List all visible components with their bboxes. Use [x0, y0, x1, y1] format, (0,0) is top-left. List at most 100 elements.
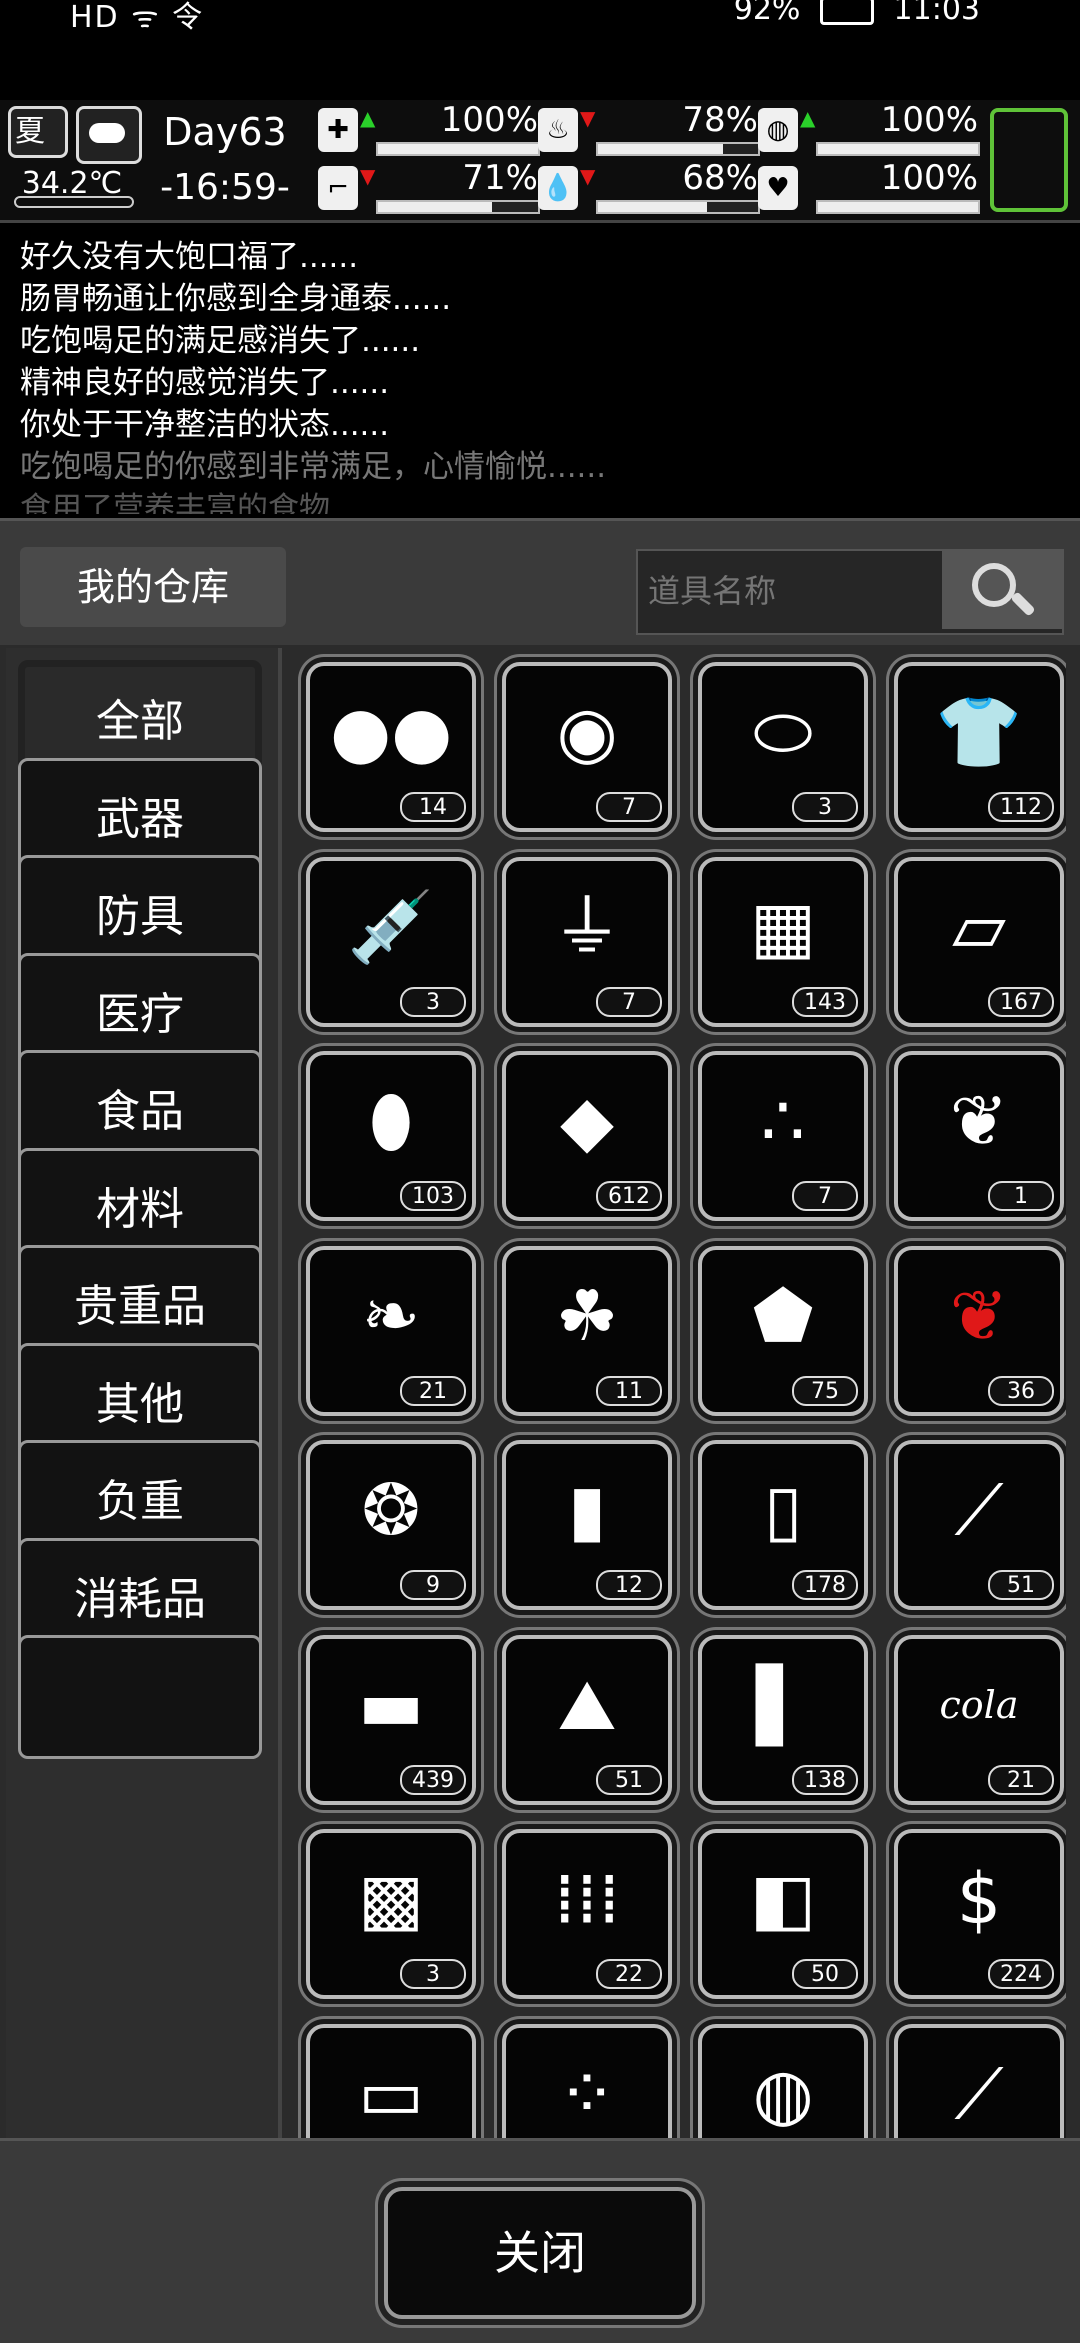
water-drop-icon: 💧 [538, 166, 578, 210]
stat-bar-fill [598, 202, 707, 212]
lemon-bag-icon: ◉ [556, 691, 618, 773]
item-slot[interactable]: ⁘ [502, 2023, 672, 2138]
item-slot[interactable]: ⏚ 7 [502, 856, 672, 1027]
item-slot[interactable]: 💉 3 [306, 856, 476, 1027]
item-slot[interactable]: ❂ 9 [306, 1440, 476, 1610]
arrow-up-icon: ▲ [800, 106, 816, 130]
warehouse-panel: 我的仓库 全部武器防具医疗食品材料贵重品其他负重消耗品 ●●14◉7⬭3👕112… [0, 518, 1080, 2343]
item-count: 3 [792, 792, 858, 822]
item-count: 11 [596, 1375, 662, 1406]
metal-bar-icon: ▬ [357, 1663, 425, 1746]
item-count: 103 [400, 1181, 466, 1211]
log-line: 食用了营养丰富的食物...... [20, 491, 390, 514]
arrow-down-icon: ▼ [580, 106, 596, 130]
status-hud: 夏 34.2℃ Day63 -16:59- ✚ ▲ 100% ♨ ▼ 78% ◍ ▲ 100% ⌐… [0, 100, 1080, 223]
search-input[interactable] [638, 551, 950, 631]
item-count: 7 [792, 1181, 858, 1211]
stat-bar-fill [378, 144, 538, 154]
item-count: 439 [400, 1764, 466, 1795]
stat-value: 100% [880, 158, 978, 198]
item-slot[interactable]: ▬ 439 [306, 1634, 476, 1805]
stat-health: ✚ ▲ 100% [318, 100, 540, 158]
stat-bar [376, 200, 540, 214]
item-slot[interactable]: ⟋ [894, 2023, 1064, 2138]
stat-value: 71% [462, 158, 538, 198]
item-count: 167 [988, 986, 1054, 1017]
beans-icon: ⁘ [557, 2052, 617, 2135]
item-count: 612 [596, 1181, 662, 1211]
stat-value: 100% [880, 100, 978, 140]
item-slot[interactable]: $224 [894, 1829, 1064, 1999]
arrow-up-icon: ▲ [360, 106, 376, 130]
bricks-icon: ▦ [749, 885, 817, 968]
panel-footer: 关闭 [0, 2138, 1080, 2343]
item-slot[interactable]: ⬮ 103 [306, 1051, 476, 1221]
stat-hunger: ♨ ▼ 78% [538, 100, 760, 158]
item-slot[interactable]: ◧ 50 [698, 1829, 868, 1999]
item-slot[interactable]: ∴ 7 [698, 1051, 868, 1221]
item-slot[interactable]: ▩ 3 [306, 1829, 476, 1999]
item-slot[interactable]: 👕 112 [894, 662, 1064, 832]
shield-icon: ◍ [758, 108, 798, 152]
item-slot[interactable]: ▌ 138 [698, 1634, 868, 1805]
pills-icon: ⬭ [753, 691, 813, 773]
item-grid[interactable]: ●● 14 ◉ 7 ⬭ 3 👕 112 💉 3 ⏚ 7 ▦ 143 ▱ 167 ⬮ 103 ◆ 612 ∴ 7 ❦ 1 ❧ 21 ☘… [286, 648, 1066, 2138]
item-count: 3 [400, 1959, 466, 1989]
category-tab-10[interactable] [18, 1635, 262, 1759]
search-button[interactable] [942, 551, 1062, 629]
stat-bar [376, 142, 540, 156]
stat-bar [816, 142, 980, 156]
cash-stack-icon: $ [956, 1858, 1002, 1940]
soil-seedling-icon: ⛰ [557, 1663, 617, 1746]
item-count: 22 [596, 1959, 662, 1989]
item-count: 7 [596, 792, 662, 822]
item-count: 51 [596, 1764, 662, 1795]
item-slot[interactable]: ☘ 11 [502, 1245, 672, 1416]
stat-bar-fill [818, 144, 978, 154]
cola-cup-icon: cola [939, 1682, 1019, 1727]
system-status-bar: HD ᯤ 令 92% 11:03 [0, 0, 1080, 40]
day-counter: Day63 [163, 110, 287, 154]
cloud-icon [76, 106, 142, 164]
item-slot[interactable]: ▮ 12 [502, 1440, 672, 1610]
item-slot[interactable]: ⁞⁞⁞ 22 [502, 1829, 672, 1999]
ginger-icon: ❂ [361, 1469, 421, 1551]
stat-bar-fill [378, 202, 492, 212]
sieve-icon: ◍ [752, 2052, 814, 2135]
item-slot[interactable]: ◍ [698, 2023, 868, 2138]
item-slot[interactable]: ●● 14 [306, 662, 476, 832]
warehouse-title-tab[interactable]: 我的仓库 [20, 547, 286, 627]
item-slot[interactable]: ❦ 36 [894, 1245, 1064, 1416]
stat-value: 100% [440, 100, 538, 140]
item-slot[interactable]: ▭ [306, 2023, 476, 2138]
bread-bag-icon: ◧ [749, 1858, 817, 1940]
item-slot[interactable]: ◆ 612 [502, 1051, 672, 1221]
close-button[interactable]: 关闭 [384, 2187, 696, 2319]
battery-time: 92% 11:03 [734, 0, 980, 27]
item-slot[interactable]: ⬭ 3 [698, 662, 868, 832]
item-count: 14 [400, 792, 466, 822]
sack-icon: ▯ [763, 1469, 803, 1551]
item-slot[interactable]: ⛰ 51 [502, 1634, 672, 1805]
bullets-icon: ⁞⁞⁞ [553, 1858, 621, 1940]
item-slot[interactable]: ⬟ 75 [698, 1245, 868, 1416]
warehouse-header: 我的仓库 [0, 518, 1080, 645]
item-slot[interactable]: ▦ 143 [698, 856, 868, 1027]
mint-leaves-icon: ❧ [361, 1274, 421, 1357]
category-sidebar[interactable]: 全部 武器 防具 医疗 食品 材料 贵重品 其他 负重 消耗品 [6, 648, 282, 2138]
item-slot[interactable]: ◉ 7 [502, 662, 672, 832]
log-line: 精神良好的感觉消失了...... [20, 365, 390, 401]
equipped-slot[interactable] [990, 108, 1068, 212]
item-slot[interactable]: ❦ 1 [894, 1051, 1064, 1221]
item-slot[interactable]: ⟋ 51 [894, 1440, 1064, 1610]
item-slot[interactable]: ❧ 21 [306, 1245, 476, 1416]
temperature: 34.2℃ [8, 164, 136, 212]
cloth-pieces-icon: ▱ [952, 885, 1006, 968]
signal-indicators: HD ᯤ 令 [70, 0, 205, 35]
item-slot[interactable]: ▱ 167 [894, 856, 1064, 1027]
item-slot[interactable]: ▯ 178 [698, 1440, 868, 1610]
battery-percent: 92% [733, 0, 801, 27]
item-slot[interactable]: cola 21 [894, 1634, 1064, 1805]
stomach-icon: ♨ [538, 108, 578, 152]
item-count: 1 [988, 1181, 1054, 1211]
